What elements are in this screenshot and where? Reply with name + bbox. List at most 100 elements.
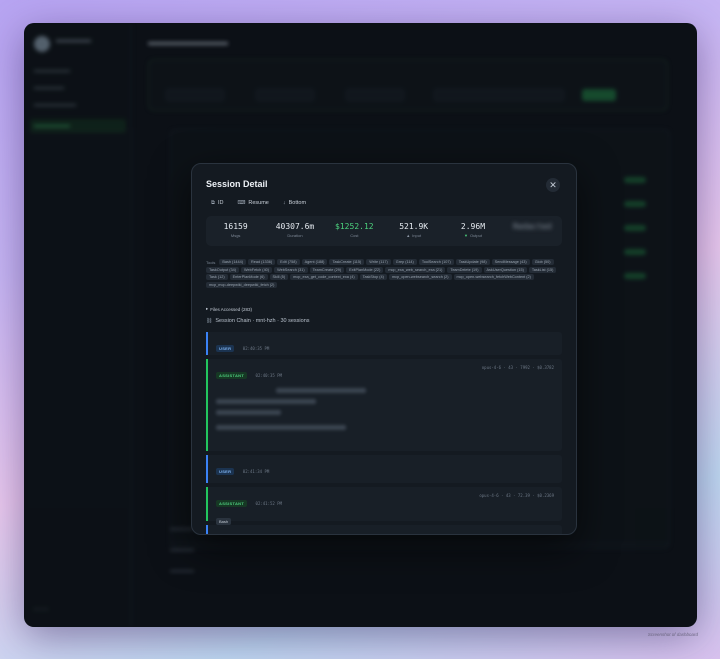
session-detail-modal: Session Detail ✕ ⧉ ID ⌨ Resume ↓ Bottom …	[191, 163, 577, 535]
tool-tag: Bash (1444)	[219, 259, 247, 265]
stat-cost: $1252.12 Cost	[325, 216, 384, 246]
app-window: ▬▬▬▬▬ ▬▬▬▬▬▬ ▬▬▬▬▬ ▬▬▬▬▬▬▬ ▬▬▬▬▬▬ ▪ ▪ ▪ …	[24, 23, 697, 627]
tool-tag: EnterPlanMode (6)	[229, 274, 268, 280]
tool-tag: TeamCreate (29)	[309, 266, 345, 273]
page-title: ▬▬▬▬▬▬▬▬	[148, 37, 228, 48]
sidebar-item-active[interactable]: ▬▬▬▬▬▬	[30, 119, 126, 133]
sidebar-item[interactable]: ▬▬▬▬▬▬	[34, 68, 70, 74]
tool-tag: Read (1336)	[248, 259, 276, 265]
tool-tag: TaskList (15)	[528, 266, 557, 273]
role-badge: USER	[216, 468, 235, 475]
filter-panel	[148, 59, 668, 111]
stats-bar: 16159 Msgs 40307.6m Duration $1252.12 Co…	[206, 216, 562, 246]
stat-label: ▼ Output	[463, 233, 482, 238]
filter-select[interactable]	[166, 89, 224, 101]
role-badge: ASSISTANT	[216, 372, 248, 379]
tool-tag: WebSearch (31)	[274, 266, 308, 273]
filter-input[interactable]	[434, 89, 564, 101]
filter-select[interactable]	[256, 89, 314, 101]
tool-tag: TaskOutput (34)	[206, 266, 240, 273]
sidebar: ▬▬▬▬▬ ▬▬▬▬▬▬ ▬▬▬▬▬ ▬▬▬▬▬▬▬ ▬▬▬▬▬▬ ▪ ▪ ▪ …	[24, 23, 132, 627]
tool-tag: AskUserQuestion (15)	[483, 266, 527, 273]
copy-id-button[interactable]: ⧉ ID	[206, 197, 228, 209]
bg-row-label: ▬▬▬▬	[170, 547, 194, 553]
tool-tag: SendMessage (43)	[491, 259, 530, 265]
arrow-down-icon: ↓	[282, 200, 286, 206]
status-pill	[624, 273, 646, 279]
message-user: USER 02:41:34 PM	[206, 455, 562, 483]
tool-tag: WebFetch (40)	[241, 266, 273, 273]
tool-tag: Write (117)	[366, 259, 391, 265]
files-accessed-label: Files Accessed (283)	[210, 306, 253, 312]
tool-tag: TaskCreate (115)	[329, 259, 365, 265]
message-meta: opus-4-6 · 43 · 72.39 · $0.2369	[479, 493, 554, 498]
resume-button[interactable]: ⌨ Resume	[232, 197, 273, 209]
logo-text: ▬▬▬▬▬	[56, 37, 91, 44]
tool-chip[interactable]: Bash	[216, 518, 232, 525]
stat-input: 521.9K ▲ Input	[384, 216, 443, 246]
redacted-text	[216, 425, 346, 430]
message-time: 02:40:35 PM	[255, 373, 283, 378]
status-pill	[624, 201, 646, 207]
table-divider	[170, 543, 670, 544]
files-accessed-toggle[interactable]: ▸ Files Accessed (283)	[206, 306, 252, 312]
message-time: 02:41:52 PM	[255, 501, 283, 506]
close-button[interactable]: ✕	[546, 178, 560, 192]
copy-id-label: ID	[217, 200, 224, 206]
arrow-up-icon: ▲	[406, 233, 411, 238]
stat-value: $1252.12	[335, 222, 374, 231]
tool-tag: Skill (5)	[269, 274, 289, 280]
tools-list: Tools Bash (1444) Read (1336) Edit (758) Ag…	[206, 259, 564, 288]
message-assistant: ASSISTANT 02:41:52 PM opus-4-6 · 43 · 72…	[206, 487, 562, 525]
role-badge: USER	[216, 345, 235, 352]
tool-tag: mcp_open-websearch_search (2)	[388, 274, 452, 280]
stat-redacted: Redacted	[503, 216, 562, 246]
chevron-right-icon: ▸	[206, 306, 209, 311]
arrow-down-icon: ▼	[463, 233, 468, 238]
message-assistant: ASSISTANT 02:40:35 PM opus-4-6 · 43 · 79…	[206, 359, 562, 451]
filter-select[interactable]	[346, 89, 404, 101]
tool-tag: Task (12)	[206, 274, 228, 280]
stat-label: Duration	[287, 233, 303, 238]
stat-value: 16159	[223, 222, 248, 231]
resume-label: Resume	[248, 200, 269, 206]
tool-tag: TaskUpdate (98)	[455, 259, 490, 265]
message-user: USER 02:40:35 PM	[206, 332, 562, 355]
status-pill	[624, 249, 646, 255]
apply-button[interactable]	[582, 89, 616, 101]
link-icon: ⛓	[206, 318, 213, 324]
stat-value: Redacted	[513, 222, 552, 231]
message-list[interactable]: USER 02:40:35 PM ASSISTANT 02:40:35 PM o…	[206, 332, 562, 534]
tool-tag: ToolSearch (107)	[418, 259, 454, 265]
tool-tag: mcp_open-websearch_fetchWebContent (2)	[453, 274, 534, 280]
tool-tag: mcp_exa_web_search_exa (21)	[385, 266, 446, 273]
session-chain[interactable]: ⛓ Session Chain · mnt-hzh · 30 sessions	[206, 318, 310, 324]
stat-duration: 40307.6m Duration	[265, 216, 324, 246]
tool-tag: mcp_mcp-deepwiki_deepwiki_fetch (2)	[206, 281, 278, 288]
sidebar-item[interactable]: ▬▬▬▬▬▬▬	[34, 102, 76, 108]
status-pill	[624, 225, 646, 231]
message-time: 02:41:34 PM	[242, 469, 270, 474]
terminal-icon: ⌨	[237, 200, 246, 206]
stat-label: Cost	[350, 233, 359, 238]
tool-tag: mcp_exa_get_code_context_exa (4)	[290, 274, 358, 280]
sidebar-footer: ▪ ▪ ▪ ▪	[34, 607, 48, 613]
redacted-text	[216, 410, 281, 415]
copy-icon: ⧉	[211, 199, 215, 206]
tool-tag: Agent (188)	[301, 259, 328, 265]
message-time: 02:40:35 PM	[242, 346, 270, 351]
redacted-text	[216, 399, 316, 404]
modal-title: Session Detail	[206, 179, 268, 189]
status-pill	[624, 177, 646, 183]
tool-tag: TeamDelete (19)	[447, 266, 482, 273]
stat-output: 2.96M ▼ Output	[443, 216, 502, 246]
modal-toolbar: ⧉ ID ⌨ Resume ↓ Bottom	[206, 197, 311, 209]
scroll-bottom-button[interactable]: ↓ Bottom	[278, 197, 311, 209]
sidebar-item[interactable]: ▬▬▬▬▬	[34, 85, 64, 91]
redacted-text	[276, 388, 366, 393]
message-user	[206, 525, 562, 534]
message-meta: opus-4-6 · 43 · 7992 · $0.3782	[481, 365, 554, 370]
session-chain-label: Session Chain · mnt-hzh · 30 sessions	[215, 318, 310, 324]
stat-label: ▲ Input	[406, 233, 422, 238]
tool-tag: ExitPlanMode (22)	[346, 266, 384, 273]
